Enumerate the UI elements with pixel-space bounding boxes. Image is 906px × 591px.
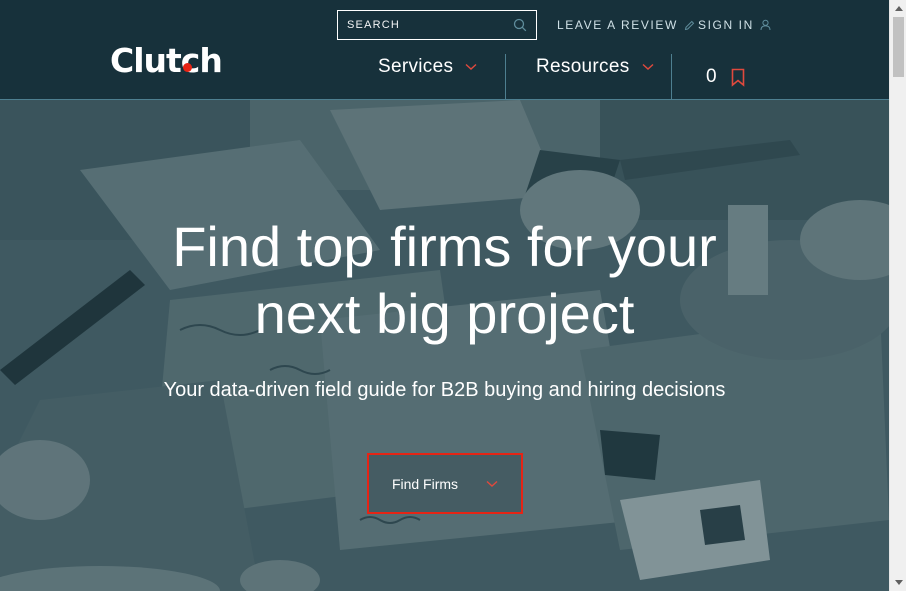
logo-red-dot: [183, 63, 192, 72]
chevron-down-icon: [465, 63, 477, 71]
nav-resources-label: Resources: [536, 56, 630, 77]
pencil-icon: [684, 20, 695, 31]
chevron-down-icon: [486, 480, 498, 488]
nav-services[interactable]: Services: [378, 56, 477, 98]
site-header: Clutch LEAVE A REVIEW SIGN IN: [0, 0, 889, 100]
scroll-down-arrow-icon[interactable]: [890, 574, 906, 591]
nav-resources[interactable]: Resources: [536, 56, 654, 98]
user-icon: [760, 19, 771, 31]
scroll-up-arrow-icon[interactable]: [890, 0, 906, 17]
saved-count: 0: [706, 66, 717, 87]
find-firms-button[interactable]: Find Firms: [367, 453, 523, 514]
clutch-homepage: Clutch LEAVE A REVIEW SIGN IN: [0, 0, 906, 591]
leave-review-link[interactable]: LEAVE A REVIEW: [557, 18, 695, 32]
hero-title-line-1: Find top firms for your: [172, 215, 717, 278]
hero-section: Find top firms for your next big project…: [0, 100, 889, 591]
hero-title: Find top firms for your next big project: [0, 213, 889, 347]
search-box[interactable]: [337, 10, 537, 40]
saved-firms-button[interactable]: 0: [706, 66, 745, 88]
hero-title-line-2: next big project: [254, 282, 635, 345]
logo-text: Clutch: [110, 41, 223, 80]
sign-in-link[interactable]: SIGN IN: [698, 18, 771, 32]
sign-in-label: SIGN IN: [698, 18, 754, 32]
chevron-down-icon: [642, 63, 654, 71]
nav-divider: [505, 54, 506, 99]
leave-review-label: LEAVE A REVIEW: [557, 18, 678, 32]
nav-divider: [671, 54, 672, 99]
nav-services-label: Services: [378, 56, 454, 77]
bookmark-icon: [731, 68, 745, 87]
hero-subtitle: Your data-driven field guide for B2B buy…: [163, 379, 726, 401]
scrollbar-thumb[interactable]: [893, 17, 904, 77]
clutch-logo[interactable]: Clutch: [110, 41, 223, 80]
vertical-scrollbar[interactable]: [889, 0, 906, 591]
search-input[interactable]: [347, 19, 513, 31]
search-icon[interactable]: [513, 18, 527, 32]
find-firms-label: Find Firms: [391, 475, 459, 492]
